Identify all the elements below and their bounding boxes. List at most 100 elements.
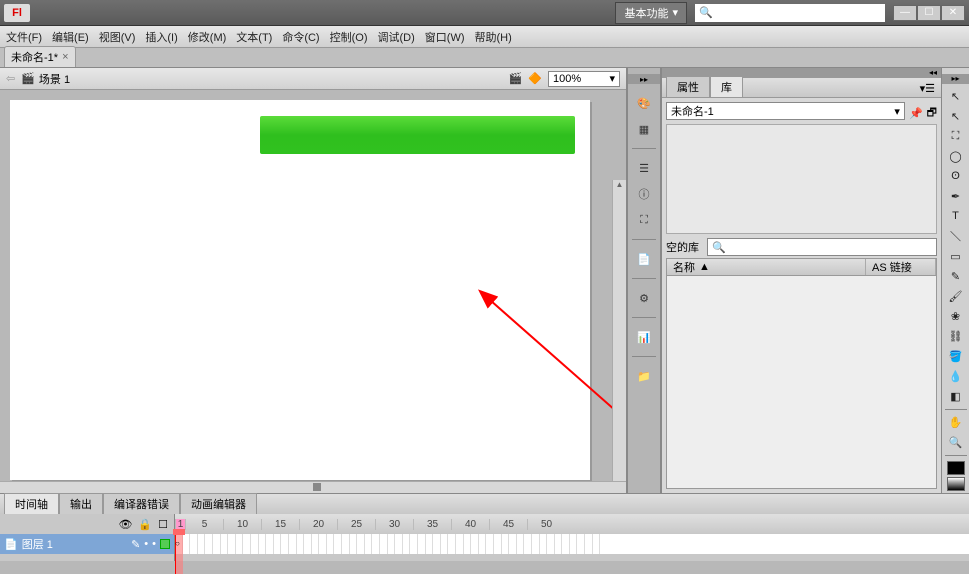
3d-rotation-tool[interactable]: ◯ xyxy=(945,147,967,166)
frame-cell[interactable] xyxy=(410,534,418,554)
frame-cell[interactable] xyxy=(342,534,350,554)
help-search[interactable]: 🔍 xyxy=(695,4,885,22)
pen-tool[interactable]: ✒ xyxy=(945,187,967,206)
frame-cell[interactable] xyxy=(251,534,259,554)
tab-timeline[interactable]: 时间轴 xyxy=(4,493,59,514)
color-panel-icon[interactable]: 🎨 xyxy=(633,92,655,114)
frame-cell[interactable] xyxy=(547,534,555,554)
frame-cell[interactable] xyxy=(471,534,479,554)
frame-cell[interactable] xyxy=(479,534,487,554)
text-tool[interactable]: T xyxy=(945,207,967,226)
frame-ruler[interactable]: 1 5 10 15 20 25 30 35 40 45 50 xyxy=(175,514,969,534)
minimize-button[interactable]: — xyxy=(893,5,917,21)
menu-control[interactable]: 控制(O) xyxy=(330,29,368,45)
frame-cell[interactable] xyxy=(380,534,388,554)
frame-cell[interactable] xyxy=(403,534,411,554)
frame-cell[interactable] xyxy=(456,534,464,554)
frame-cell[interactable] xyxy=(448,534,456,554)
frame-cell[interactable] xyxy=(350,534,358,554)
frame-cell[interactable] xyxy=(532,534,540,554)
tab-output[interactable]: 输出 xyxy=(59,493,103,514)
frame-cell[interactable] xyxy=(577,534,585,554)
eye-icon[interactable]: 👁 xyxy=(118,518,132,531)
frame-cell[interactable] xyxy=(289,534,297,554)
lock-icon[interactable]: 🔒 xyxy=(138,518,152,531)
workspace-switcher[interactable]: 基本功能 ▾ xyxy=(615,2,687,24)
maximize-button[interactable]: ☐ xyxy=(917,5,941,21)
library-doc-select[interactable]: 未命名-1 ▾ xyxy=(666,102,905,120)
menu-command[interactable]: 命令(C) xyxy=(282,29,319,45)
subselection-tool[interactable]: ↖ xyxy=(945,107,967,126)
frame-cell[interactable] xyxy=(418,534,426,554)
frame-cell[interactable] xyxy=(190,534,198,554)
menu-view[interactable]: 视图(V) xyxy=(99,29,136,45)
layer-lock-dot[interactable]: • xyxy=(152,538,156,550)
stage-canvas[interactable] xyxy=(10,100,590,480)
fill-color-swatch[interactable] xyxy=(947,477,965,491)
frame-cell[interactable] xyxy=(312,534,320,554)
back-icon[interactable]: ⇦ xyxy=(6,72,15,85)
tab-library[interactable]: 库 xyxy=(710,76,743,97)
frame-cell[interactable] xyxy=(426,534,434,554)
lasso-tool[interactable]: ʘ xyxy=(945,167,967,186)
frame-cell[interactable] xyxy=(464,534,472,554)
layer-outline-swatch[interactable] xyxy=(160,539,170,549)
frame-cell[interactable] xyxy=(509,534,517,554)
brush-tool[interactable]: 🖌 xyxy=(945,287,967,306)
pencil-tool[interactable]: ✎ xyxy=(945,267,967,286)
frame-cell[interactable] xyxy=(395,534,403,554)
frame-cell[interactable] xyxy=(372,534,380,554)
paint-bucket-tool[interactable]: 🪣 xyxy=(945,347,967,366)
frame-cell[interactable] xyxy=(562,534,570,554)
info-panel-icon[interactable]: ⓘ xyxy=(633,183,655,205)
edit-scene-icon[interactable]: 🎬 xyxy=(509,72,523,85)
frame-cell[interactable] xyxy=(228,534,236,554)
tools-toggle-icon[interactable]: ▸▸ xyxy=(942,74,969,84)
frame-cell[interactable] xyxy=(281,534,289,554)
layer-visible-dot[interactable]: • xyxy=(144,538,148,550)
frame-cell[interactable] xyxy=(319,534,327,554)
tab-properties[interactable]: 属性 xyxy=(666,76,710,97)
new-library-icon[interactable]: 🗗 xyxy=(927,104,937,123)
frame-cell[interactable] xyxy=(502,534,510,554)
vertical-scrollbar[interactable] xyxy=(612,180,626,481)
dock-toggle-icon[interactable]: ▸▸ xyxy=(628,74,660,84)
green-rectangle-shape[interactable] xyxy=(260,116,575,154)
tab-compiler-errors[interactable]: 编译器错误 xyxy=(103,493,180,514)
library-search[interactable]: 🔍 xyxy=(707,238,937,256)
menu-insert[interactable]: 插入(I) xyxy=(145,29,177,45)
col-name[interactable]: 名称 ▲ xyxy=(667,259,866,275)
col-as-linkage[interactable]: AS 链接 xyxy=(866,259,936,275)
transform-panel-icon[interactable]: ⛶ xyxy=(633,209,655,231)
frame-cell[interactable] xyxy=(365,534,373,554)
horizontal-scrollbar[interactable] xyxy=(0,481,626,493)
scene-breadcrumb[interactable]: 🎬 场景 1 xyxy=(21,71,70,87)
selection-tool[interactable]: ↖ xyxy=(945,87,967,106)
frame-cell[interactable] xyxy=(570,534,578,554)
panel-menu-icon[interactable]: ▾☰ xyxy=(914,80,941,97)
components-panel-icon[interactable]: ⚙ xyxy=(633,287,655,309)
eyedropper-tool[interactable]: 💧 xyxy=(945,367,967,386)
pin-icon[interactable]: 📌 xyxy=(909,107,923,120)
menu-window[interactable]: 窗口(W) xyxy=(425,29,465,45)
zoom-tool[interactable]: 🔍 xyxy=(945,433,967,452)
frame-row[interactable] xyxy=(175,534,969,554)
frame-cell[interactable] xyxy=(304,534,312,554)
deco-tool[interactable]: ❀ xyxy=(945,307,967,326)
frame-cell[interactable] xyxy=(388,534,396,554)
edit-symbol-icon[interactable]: 🔶 xyxy=(528,72,542,85)
close-button[interactable]: ✕ xyxy=(941,5,965,21)
frame-cell[interactable] xyxy=(243,534,251,554)
frame-cell[interactable] xyxy=(433,534,441,554)
frame-cell[interactable] xyxy=(494,534,502,554)
rectangle-tool[interactable]: ▭ xyxy=(945,247,967,266)
bone-tool[interactable]: ⛓ xyxy=(945,327,967,346)
frame-cell[interactable] xyxy=(327,534,335,554)
document-tab[interactable]: 未命名-1* × xyxy=(4,46,76,67)
frame-cell[interactable] xyxy=(593,534,601,554)
eraser-tool[interactable]: ◧ xyxy=(945,387,967,406)
outline-icon[interactable]: ☐ xyxy=(158,518,168,531)
stage-viewport[interactable] xyxy=(0,90,626,481)
frame-cell[interactable] xyxy=(274,534,282,554)
frame-cell[interactable] xyxy=(236,534,244,554)
